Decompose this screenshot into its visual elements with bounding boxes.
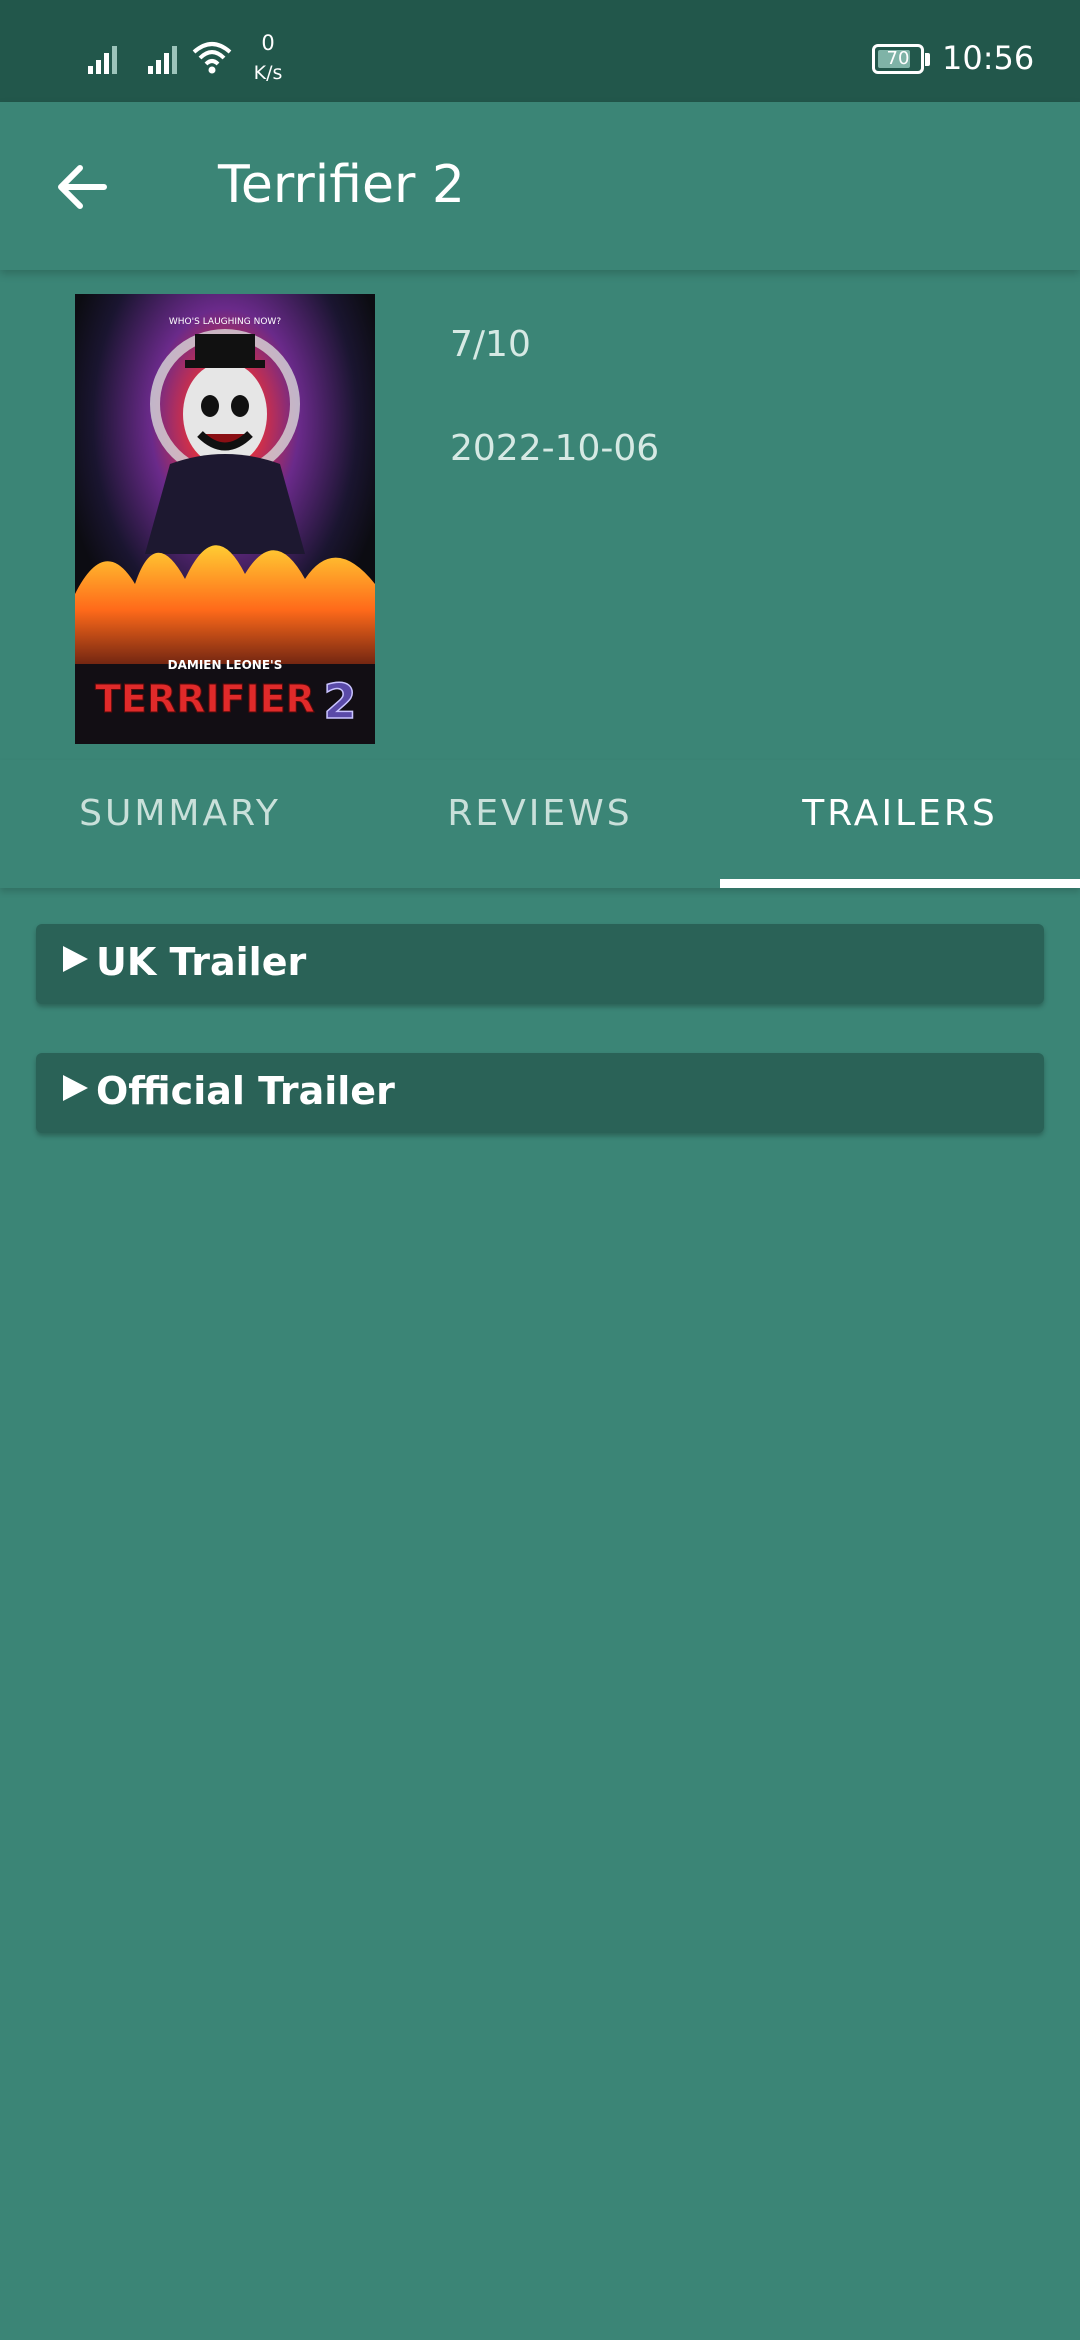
battery-icon: 70 xyxy=(872,44,930,74)
poster-title: TERRIFIER xyxy=(95,677,315,721)
tab-bar: SUMMARY REVIEWS TRAILERS xyxy=(0,760,1080,888)
signal-icon xyxy=(88,46,117,74)
trailer-label: UK Trailer xyxy=(96,940,307,984)
poster-art: WHO'S LAUGHING NOW? DAMIEN LEONE'S TERRI… xyxy=(75,294,375,744)
arrow-left-icon[interactable] xyxy=(52,156,114,218)
tab-reviews[interactable]: REVIEWS xyxy=(360,760,720,888)
play-icon xyxy=(63,1075,88,1101)
signal-icon xyxy=(148,46,177,74)
network-speed: 0 K/s xyxy=(248,28,288,88)
poster-tagline: WHO'S LAUGHING NOW? xyxy=(169,317,281,327)
wifi-icon xyxy=(192,42,232,74)
trailer-label: Official Trailer xyxy=(96,1069,395,1113)
tab-trailers[interactable]: TRAILERS xyxy=(720,760,1080,888)
poster-credit: DAMIEN LEONE'S xyxy=(168,658,283,672)
release-date: 2022-10-06 xyxy=(450,428,660,469)
trailer-item[interactable]: Official Trailer xyxy=(36,1053,1044,1133)
battery-level: 70 xyxy=(886,48,910,69)
network-speed-value: 0 xyxy=(261,31,275,55)
status-bar: 0 K/s 70 10:56 xyxy=(0,0,1080,102)
movie-poster: WHO'S LAUGHING NOW? DAMIEN LEONE'S TERRI… xyxy=(75,294,375,744)
poster-number: 2 xyxy=(323,674,356,730)
status-time: 10:56 xyxy=(942,39,1035,77)
network-speed-unit: K/s xyxy=(253,62,283,84)
active-tab-indicator xyxy=(720,879,1080,888)
tab-summary[interactable]: SUMMARY xyxy=(0,760,360,888)
app-bar: Terrifier 2 xyxy=(0,102,1080,270)
trailer-item[interactable]: UK Trailer xyxy=(36,924,1044,1004)
page-title: Terrifier 2 xyxy=(218,155,465,215)
play-icon xyxy=(63,946,88,972)
movie-rating: 7/10 xyxy=(450,324,531,365)
